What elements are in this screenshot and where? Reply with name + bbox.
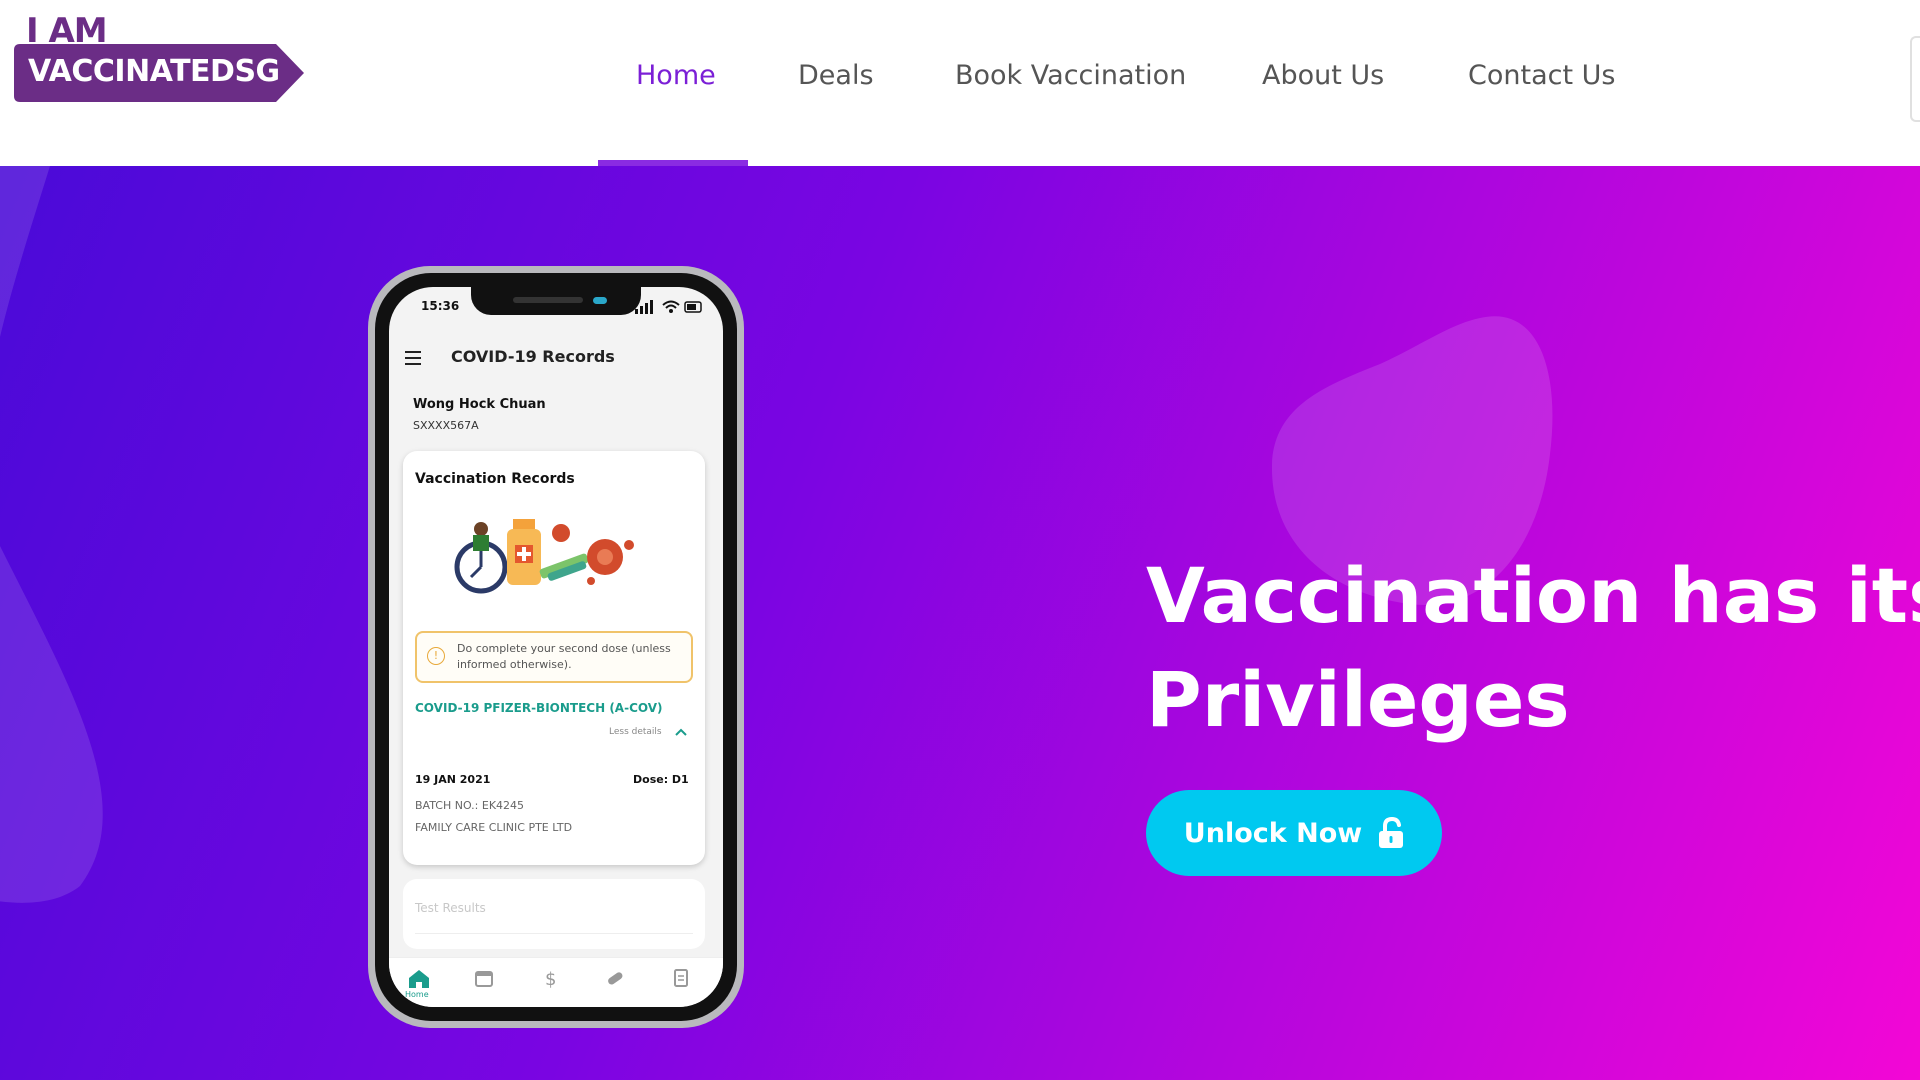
test-results-card[interactable]: Test Results [403,879,705,949]
info-warning-icon: ! [427,647,445,665]
bottom-nav-calendar[interactable] [474,968,498,998]
second-dose-notice: ! Do complete your second dose (unless i… [415,631,693,683]
clinic-name: FAMILY CARE CLINIC PTE LTD [415,821,573,834]
bottom-nav-home[interactable]: Home [405,968,431,999]
vaccine-name[interactable]: COVID-19 PFIZER-BIONTECH (A-COV) [415,701,663,715]
vaccination-records-card: Vaccination Records ! Do complete your s… [403,451,705,865]
nav-deals[interactable]: Deals [798,56,874,96]
user-id: SXXXX567A [413,419,479,432]
svg-text:$: $ [545,969,556,988]
hero-section: 15:36 COVID-19 Records Wong Hock Chuan S… [0,166,1920,1080]
document-icon [674,969,688,987]
decorative-blob-left [0,166,103,903]
dollar-icon: $ [545,969,556,990]
phone-notch [471,287,641,315]
phone-bezel: 15:36 COVID-19 Records Wong Hock Chuan S… [375,273,737,1021]
bottom-nav-medication[interactable] [605,968,629,998]
phone-screen: 15:36 COVID-19 Records Wong Hock Chuan S… [389,287,723,1007]
nav-about-us[interactable]: About Us [1262,56,1384,96]
calendar-icon [475,971,493,987]
bottom-nav-documents[interactable] [671,968,695,998]
phone-mockup: 15:36 COVID-19 Records Wong Hock Chuan S… [368,266,744,1028]
hamburger-menu-icon[interactable] [405,351,423,365]
notice-text: Do complete your second dose (unless inf… [457,642,671,671]
hero-title-line-2: Privileges [1146,655,1570,744]
phone-bottom-nav: Home $ [389,957,723,1007]
status-bar-icons [635,300,702,314]
bottom-nav-payments[interactable]: $ [540,968,564,998]
home-icon [409,970,429,988]
nav-book-vaccination[interactable]: Book Vaccination [955,56,1186,96]
batch-number: BATCH NO.: EK4245 [415,799,525,812]
site-logo[interactable]: I AM VACCINATEDSG [14,14,304,104]
test-results-label: Test Results [415,901,486,915]
dose-date: 19 JAN 2021 [415,773,491,786]
hero-title: Vaccination has its Privileges [1146,544,1920,752]
header-edge-control[interactable] [1910,36,1920,122]
app-bar: COVID-19 Records [405,345,705,375]
nav-home[interactable]: Home [636,56,716,96]
phone-camera [593,297,607,304]
bottom-nav-home-label: Home [405,990,429,999]
chevron-up-icon[interactable] [675,727,687,737]
app-title: COVID-19 Records [451,347,615,366]
phone-speaker [513,297,583,303]
unlock-now-label: Unlock Now [1183,817,1363,849]
dose-number: Dose: D1 [633,773,689,786]
user-name: Wong Hock Chuan [413,397,546,412]
divider [415,933,693,934]
status-time: 15:36 [421,299,460,313]
logo-text-bottom: VACCINATEDSG [28,54,280,89]
nav-contact-us[interactable]: Contact Us [1468,56,1615,96]
unlock-now-button[interactable]: Unlock Now [1146,790,1442,876]
vaccination-illustration [454,519,634,594]
logo-text-top: I AM [26,11,108,51]
less-details-link[interactable]: Less details [609,727,662,737]
hero-title-line-1: Vaccination has its [1146,551,1920,640]
pill-icon [608,972,623,985]
card-title: Vaccination Records [415,471,575,487]
unlock-icon [1379,817,1404,848]
site-header: I AM VACCINATEDSG Home Deals Book Vaccin… [0,0,1920,166]
